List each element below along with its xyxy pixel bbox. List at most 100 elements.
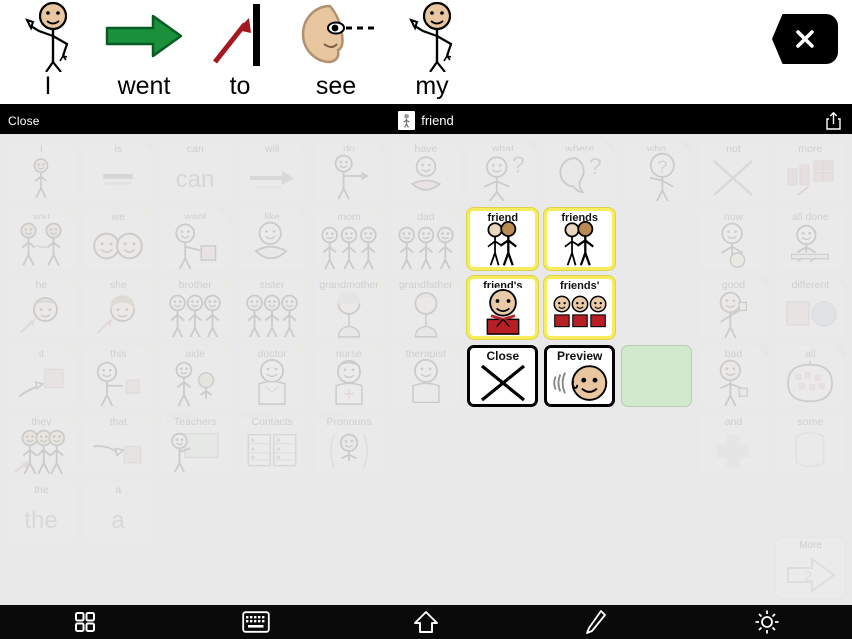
nurse-icon (315, 358, 384, 406)
cell-corner-tag (140, 209, 153, 222)
board-cell-want[interactable]: want (159, 208, 231, 271)
home-icon (414, 611, 438, 633)
pointing-at-object-icon (7, 360, 76, 406)
friend-gift-icon (470, 288, 535, 336)
grid-icon (75, 612, 96, 632)
board-cell-they[interactable]: they (6, 412, 77, 475)
board-cell-she[interactable]: she (82, 276, 154, 339)
board-cell-like[interactable]: like (236, 208, 308, 271)
board-cell-all-done[interactable]: all done (774, 208, 846, 271)
board-cell-some[interactable]: some (774, 412, 846, 475)
board-cell-can[interactable]: can can (159, 140, 231, 203)
board-cell-doctor[interactable]: doctor (236, 344, 308, 407)
cell-label: more (798, 143, 823, 155)
cell-label: friend (487, 212, 519, 222)
clear-x-icon (796, 30, 814, 48)
board-cell-grandmother[interactable]: grandmother (313, 276, 385, 339)
pencil-icon (586, 610, 607, 634)
board-cell-who[interactable]: who? (621, 140, 693, 203)
cell-corner-tag (679, 141, 692, 153)
board-cell-nurse[interactable]: nurse (313, 344, 385, 407)
plus-cross-icon (699, 428, 768, 474)
board-cell-you[interactable]: you (6, 208, 77, 271)
board-cell-therapist[interactable]: therapist (390, 344, 462, 407)
board-cell-close[interactable]: Close (467, 344, 539, 407)
board-cell-mom[interactable]: mom (313, 208, 385, 271)
person-question-icon: ? (468, 151, 537, 202)
board-cell-friend[interactable]: friend (467, 208, 539, 271)
empty-cell (390, 481, 461, 543)
board-cell-friends[interactable]: friends' (544, 276, 616, 339)
board-cell-what[interactable]: what ? (467, 140, 539, 203)
board-cell-have[interactable]: have (390, 140, 462, 203)
board-cell-will[interactable]: will (236, 140, 308, 203)
cell-label: some (797, 415, 824, 428)
board-cell-not[interactable]: not (698, 140, 769, 203)
board-cell-and[interactable]: and (698, 412, 769, 475)
board-cell-that[interactable]: that (82, 412, 154, 475)
cell-corner-tag (602, 141, 615, 153)
home-button[interactable] (396, 605, 456, 639)
cell-corner-tag (63, 277, 76, 290)
board-cell-aide[interactable]: aide (159, 344, 231, 407)
board-cell-different[interactable]: different (774, 276, 846, 339)
board-cell-brother[interactable]: brother (159, 276, 231, 339)
cell-corner-tag (140, 345, 153, 358)
board-cell-preview[interactable]: Preview (544, 344, 616, 407)
board-cell-now[interactable]: now (698, 208, 769, 271)
sentence-word-label: I (44, 72, 52, 100)
empty-cell (698, 481, 769, 543)
board-cell-friends[interactable]: friends (544, 208, 616, 271)
cell-corner-tag (525, 141, 538, 153)
board-cell-where[interactable]: where? (544, 140, 616, 203)
sentence-strip[interactable]: I went to see my (0, 0, 852, 107)
board-cell-friend-s[interactable]: friend's (467, 276, 539, 339)
board-cell-do[interactable]: do (313, 140, 385, 203)
share-icon[interactable] (824, 111, 843, 131)
board-cell-contacts[interactable]: Contacts (236, 412, 308, 475)
board-cell-the[interactable]: the the (6, 480, 77, 544)
board-cell-grandfather[interactable]: grandfather (390, 276, 462, 339)
board-cell-pronouns[interactable]: Pronouns (313, 412, 385, 475)
text-a-icon: a (84, 496, 153, 542)
board-cell-bad[interactable]: bad (698, 344, 769, 407)
cylinder-icon (776, 428, 845, 474)
person-now-icon (699, 221, 768, 269)
board-cell-good[interactable]: good (698, 276, 769, 339)
board-cell-he[interactable]: he (6, 276, 77, 339)
sentence-word-label: see (315, 72, 357, 100)
board-cell-a[interactable]: aa (82, 480, 154, 544)
cell-label: the (34, 483, 49, 496)
cell-label: friends (561, 212, 599, 222)
board-cell-sister[interactable]: sister (236, 276, 308, 339)
sentence-word-4[interactable]: my (384, 0, 480, 104)
board-cell-this[interactable]: this (82, 344, 154, 407)
empty-cell (390, 413, 461, 475)
svg-text:can: can (176, 166, 215, 193)
more-page-button[interactable]: More 2 (775, 537, 846, 599)
board-cell-dad[interactable]: dad (390, 208, 462, 271)
board-cell-is[interactable]: is (82, 140, 154, 203)
board-cell-all[interactable]: all (774, 344, 846, 407)
sentence-word-3[interactable]: see (288, 0, 384, 104)
board-cell[interactable] (621, 344, 693, 407)
board-cell-teachers[interactable]: Teachers (159, 412, 231, 475)
cell-label: Pronouns (326, 415, 372, 428)
sentence-word-2[interactable]: to (192, 0, 288, 104)
brother-family-icon (161, 291, 230, 338)
sentence-word-1[interactable]: went (96, 0, 192, 104)
settings-button[interactable] (737, 605, 797, 639)
group-people-arrow-icon (7, 426, 76, 474)
grid-view-button[interactable] (55, 605, 115, 639)
board-cell-it[interactable]: it (6, 344, 77, 407)
board-cell-i[interactable]: I (6, 140, 77, 203)
board-cell-we[interactable]: we (82, 208, 154, 271)
keyboard-button[interactable] (226, 605, 286, 639)
edit-button[interactable] (566, 605, 626, 639)
board-cell-more[interactable]: more (774, 140, 846, 203)
all-group-icon (776, 360, 845, 406)
cell-corner-tag (140, 141, 153, 153)
all-done-icon (776, 223, 845, 269)
clear-sentence-button[interactable] (772, 14, 838, 64)
sentence-word-0[interactable]: I (0, 0, 96, 104)
